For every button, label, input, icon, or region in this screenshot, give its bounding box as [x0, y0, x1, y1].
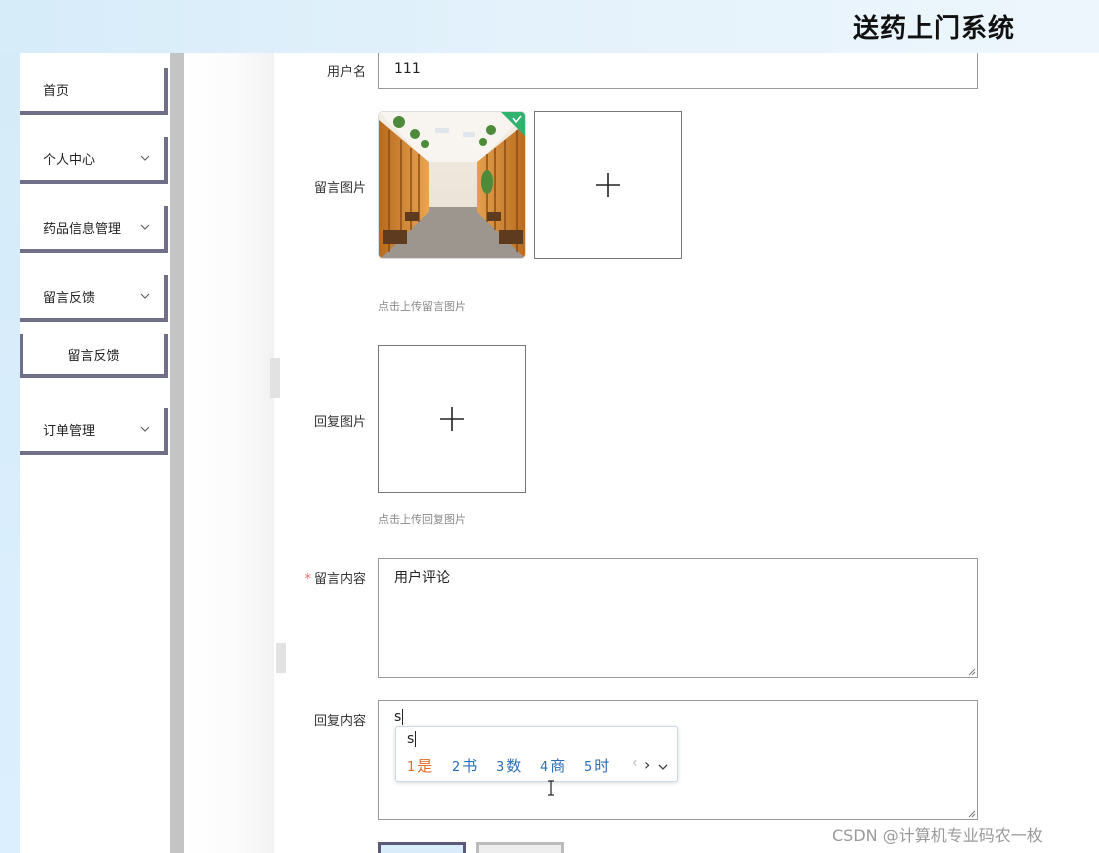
- chevron-down-icon: [140, 426, 150, 432]
- text-cursor-icon: [548, 780, 554, 796]
- message-content-value: 用户评论: [394, 570, 450, 586]
- sidebar-item-home[interactable]: 首页: [20, 68, 168, 115]
- sidebar: 首页 个人中心 药品信息管理 留言反馈 留言反馈 订单管理: [20, 53, 170, 853]
- sidebar-item-label: 个人中心: [43, 153, 96, 168]
- ime-next-page-icon[interactable]: ›: [644, 755, 650, 774]
- reply-image-hint: 点击上传回复图片: [378, 513, 466, 526]
- sidebar-item-label: 留言反馈: [43, 291, 96, 306]
- reply-content-value: s: [394, 709, 402, 725]
- ime-composition: s: [407, 731, 417, 747]
- username-input[interactable]: 111: [378, 53, 978, 89]
- ime-candidate-text: 书: [462, 757, 478, 775]
- ime-candidate-text: 数: [506, 757, 522, 775]
- message-image-thumbnail[interactable]: [378, 111, 526, 259]
- chevron-down-icon: [140, 293, 150, 299]
- plus-icon: [440, 407, 464, 431]
- ime-candidate-text: 商: [550, 757, 566, 775]
- ime-candidate-3[interactable]: 3数: [496, 755, 521, 776]
- ime-expand-icon[interactable]: [658, 762, 668, 772]
- shade-mark: [270, 358, 280, 398]
- ime-candidate-text: 时: [594, 757, 610, 775]
- left-background-strip: [0, 53, 20, 853]
- message-image-hint: 点击上传留言图片: [378, 300, 466, 313]
- required-mark: *: [304, 572, 311, 587]
- sidebar-item-medicine-management[interactable]: 药品信息管理: [20, 206, 168, 253]
- sidebar-item-label: 留言反馈: [67, 348, 120, 364]
- sidebar-item-label: 首页: [43, 84, 70, 99]
- reply-image-upload-button[interactable]: [378, 345, 526, 493]
- ime-candidate-number: 5: [584, 760, 593, 775]
- watermark: CSDN @计算机专业码农一枚: [832, 826, 1043, 845]
- sidebar-item-order-management[interactable]: 订单管理: [20, 408, 168, 455]
- shade-mark: [276, 643, 286, 673]
- ime-prev-page-icon[interactable]: ‹: [632, 755, 638, 771]
- check-badge-icon: [501, 112, 525, 136]
- sidebar-divider: [170, 53, 184, 853]
- message-image-upload-button[interactable]: [534, 111, 682, 259]
- sidebar-item-label: 药品信息管理: [43, 222, 122, 237]
- username-value: 111: [394, 61, 421, 77]
- sidebar-item-personal-center[interactable]: 个人中心: [20, 137, 168, 184]
- message-content-label-text: 留言内容: [313, 572, 366, 587]
- ime-candidate-number: 3: [496, 760, 505, 775]
- ime-candidate-number: 1: [407, 760, 416, 775]
- ime-candidate-1[interactable]: 1是: [407, 755, 432, 776]
- text-caret: [402, 709, 404, 725]
- chevron-down-icon: [140, 224, 150, 230]
- ime-candidate-2[interactable]: 2书: [452, 755, 477, 776]
- chevron-down-icon: [140, 155, 150, 161]
- ime-candidate-window: s 1是 2书 3数 4商 5时 ‹ ›: [395, 726, 678, 782]
- content-left-shade: [184, 53, 286, 853]
- submit-button[interactable]: [378, 842, 466, 853]
- sidebar-subitem-feedback[interactable]: 留言反馈: [20, 334, 168, 378]
- reply-content-label: 回复内容: [313, 714, 366, 729]
- app-title: 送药上门系统: [853, 14, 1016, 44]
- cancel-button[interactable]: [476, 842, 564, 853]
- message-content-textarea[interactable]: 用户评论: [378, 558, 978, 678]
- resize-handle-icon[interactable]: [968, 668, 976, 676]
- ime-candidate-4[interactable]: 4商: [540, 755, 565, 776]
- ime-candidate-number: 2: [452, 760, 461, 775]
- ime-candidate-text: 是: [417, 757, 433, 775]
- header-bar: 送药上门系统: [0, 0, 1099, 53]
- sidebar-item-label: 订单管理: [43, 424, 96, 439]
- message-content-label: * 留言内容: [276, 568, 366, 587]
- ime-caret: [415, 731, 417, 747]
- reply-image-label: 回复图片: [313, 415, 366, 430]
- username-label: 用户名: [326, 65, 366, 80]
- ime-candidate-5[interactable]: 5时: [584, 755, 609, 776]
- message-image-label: 留言图片: [313, 181, 366, 196]
- sidebar-item-feedback[interactable]: 留言反馈: [20, 275, 168, 322]
- plus-icon: [596, 173, 620, 197]
- ime-composition-text: s: [407, 731, 415, 747]
- resize-handle-icon[interactable]: [968, 810, 976, 818]
- ime-candidate-number: 4: [540, 760, 549, 775]
